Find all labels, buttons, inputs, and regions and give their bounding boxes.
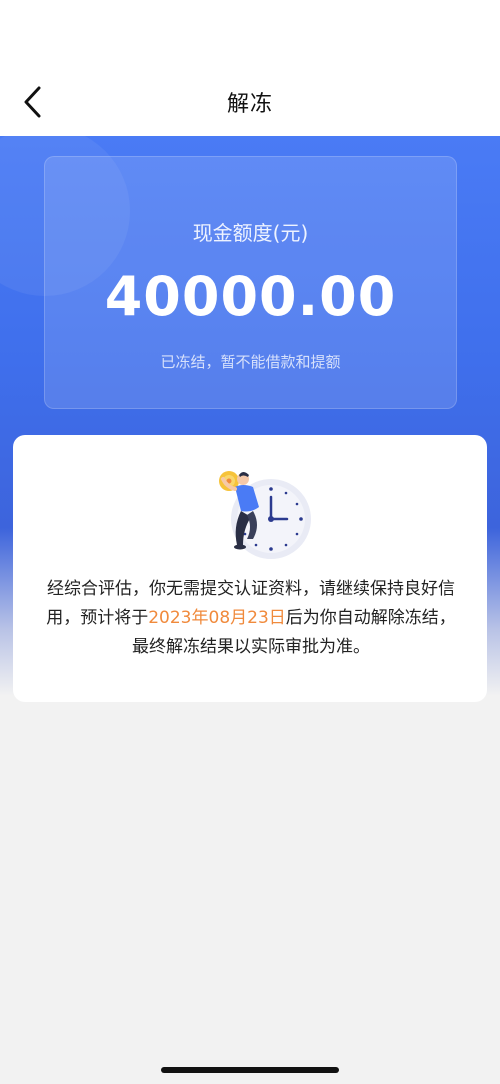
unfreeze-info-card: 经综合评估，你无需提交认证资料，请继续保持良好信用，预计将于2023年08月23… xyxy=(13,435,487,702)
page-title: 解冻 xyxy=(226,92,273,117)
home-indicator xyxy=(161,1067,339,1073)
quota-amount: 40000.00 xyxy=(104,265,397,328)
chevron-left-icon xyxy=(24,86,41,118)
freeze-status-text: 已冻结，暂不能借款和提额 xyxy=(160,353,341,371)
unfreeze-info-text: 经综合评估，你无需提交认证资料，请继续保持良好信用，预计将于2023年08月23… xyxy=(41,575,461,662)
status-bar xyxy=(0,0,500,68)
person-with-clock-illustration xyxy=(219,471,311,559)
quota-card: 现金额度(元) 40000.00 已冻结，暂不能借款和提额 xyxy=(44,156,457,409)
quota-label: 现金额度(元) xyxy=(192,221,309,245)
unfreeze-date: 2023年08月23日 xyxy=(148,608,286,628)
back-button[interactable] xyxy=(12,82,52,122)
nav-bar: 解冻 xyxy=(0,68,500,136)
